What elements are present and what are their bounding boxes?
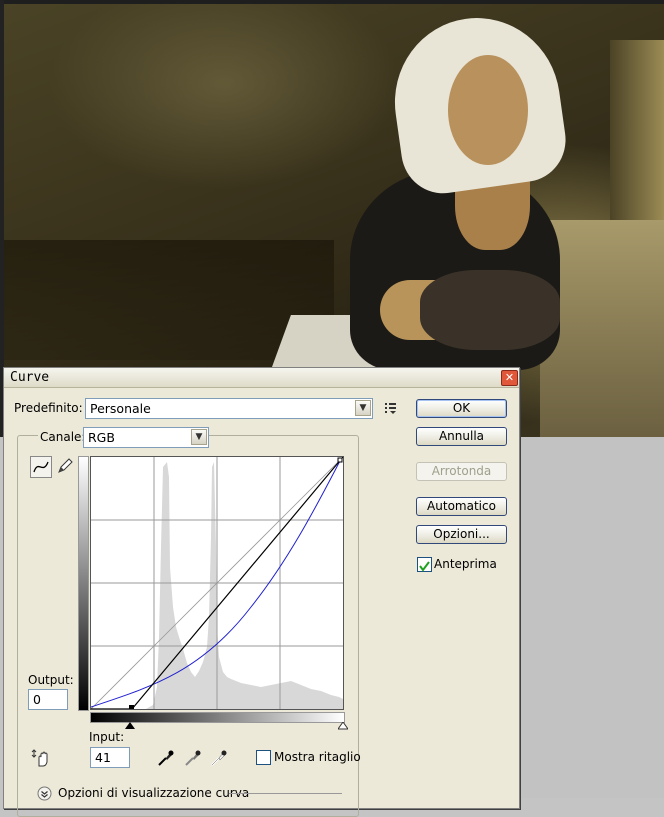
output-field[interactable]: 0 <box>28 689 68 710</box>
targeted-adjust-hand-icon[interactable] <box>31 748 53 768</box>
auto-button[interactable]: Automatico <box>416 497 507 516</box>
input-field[interactable]: 41 <box>90 747 130 768</box>
expand-chevron-icon[interactable] <box>37 786 52 801</box>
input-label: Input: <box>89 730 125 744</box>
chevron-down-icon[interactable]: ▼ <box>355 400 371 416</box>
curve-point-white[interactable] <box>337 457 343 463</box>
channel-value: RGB <box>88 430 115 445</box>
curve-point-icon[interactable] <box>30 456 52 478</box>
check-icon <box>419 561 430 572</box>
pencil-icon[interactable] <box>56 457 74 475</box>
gray-eyedropper-icon[interactable] <box>184 749 202 767</box>
preset-value: Personale <box>90 401 151 416</box>
curve-graph[interactable] <box>90 456 344 710</box>
curve-point-black[interactable] <box>129 705 134 710</box>
curves-dialog: Curve ✕ Predefinito: Personale ▼ OK Annu… <box>3 367 520 817</box>
photo-top-frame <box>0 0 664 4</box>
photo-fur <box>420 270 560 350</box>
show-clipping-label: Mostra ritaglio <box>274 750 361 764</box>
dialog-titlebar[interactable]: Curve ✕ <box>4 368 519 388</box>
close-icon[interactable]: ✕ <box>501 370 518 386</box>
dialog-title: Curve <box>10 370 50 385</box>
white-eyedropper-icon[interactable] <box>210 749 228 767</box>
black-point-slider[interactable] <box>125 722 135 730</box>
options-button[interactable]: Opzioni... <box>416 525 507 544</box>
preset-label: Predefinito: <box>14 401 83 415</box>
show-clipping-checkbox[interactable] <box>256 750 271 765</box>
workspace-background <box>519 437 664 798</box>
output-label: Output: <box>28 673 74 687</box>
section-divider <box>229 793 342 794</box>
output-gradient-bar <box>78 456 89 711</box>
preview-checkbox[interactable] <box>417 557 432 572</box>
output-value: 0 <box>33 692 41 707</box>
smooth-button[interactable]: Arrotonda <box>416 462 507 481</box>
white-point-slider[interactable] <box>338 722 348 730</box>
input-value: 41 <box>95 750 111 765</box>
preset-options-icon[interactable] <box>384 401 398 415</box>
cancel-button[interactable]: Annulla <box>416 427 507 446</box>
chevron-down-icon[interactable]: ▼ <box>191 429 207 445</box>
photo-face <box>460 70 512 145</box>
ok-button[interactable]: OK <box>416 399 507 418</box>
black-eyedropper-icon[interactable] <box>157 749 175 767</box>
channel-select[interactable]: RGB ▼ <box>83 427 209 448</box>
channel-label: Canale: <box>38 430 88 444</box>
preset-select[interactable]: Personale ▼ <box>85 398 373 419</box>
photo-window <box>610 40 664 240</box>
preview-label: Anteprima <box>434 557 497 571</box>
